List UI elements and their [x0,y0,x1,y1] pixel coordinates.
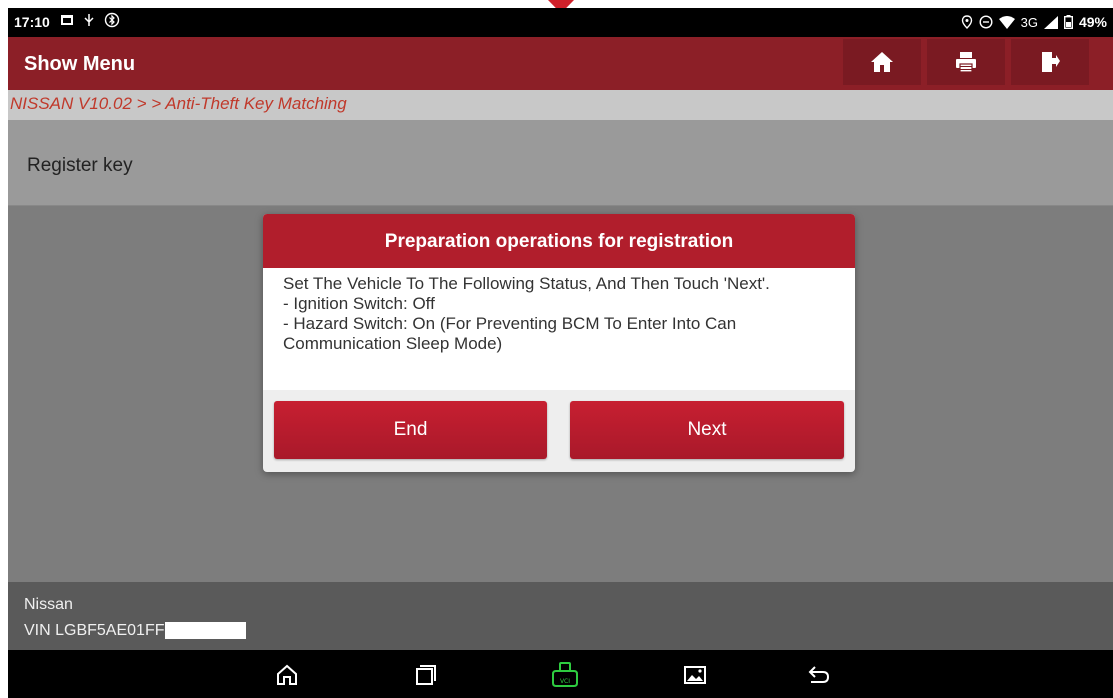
vehicle-make: Nissan [24,596,73,613]
dialog-line: - Ignition Switch: Off [283,294,435,313]
home-outline-icon [277,664,297,685]
nav-vci-button[interactable]: VCI [551,662,579,688]
list-item-register-key[interactable]: Register key [8,120,1113,206]
exit-icon [1042,52,1060,72]
end-button[interactable]: End [274,401,547,459]
nav-home-button[interactable] [273,662,301,688]
status-right: 3G 49% [961,14,1107,30]
status-left-icons [60,12,120,28]
battery-level: 49% [1078,14,1107,30]
registration-prep-dialog: Preparation operations for registration … [263,214,855,472]
app-header: Show Menu [8,37,1113,90]
nav-back-button[interactable] [805,662,833,688]
nav-gallery-button[interactable] [681,662,709,688]
wifi-icon [998,15,1015,29]
home-icon [871,52,893,72]
next-button[interactable]: Next [570,401,844,459]
dialog-line: Set The Vehicle To The Following Status,… [283,274,770,293]
device-screen: 17:10 3G 49% Show Menu NISSAN V10.02 > >… [8,8,1113,698]
page-title: Show Menu [24,53,136,75]
vehicle-info-footer: Nissan VIN LGBF5AE01FF [8,582,1113,650]
recents-icon [416,665,436,685]
dialog-title: Preparation operations for registration [263,214,855,268]
dialog-line: - Hazard Switch: On (For Preventing BCM … [283,314,737,353]
battery-icon [1063,15,1073,29]
printer-icon [956,52,976,73]
svg-text:VCI: VCI [560,678,570,685]
vin-redaction [164,622,246,639]
network-type: 3G [1020,14,1038,30]
dialog-message: Set The Vehicle To The Following Status,… [263,268,855,390]
top-red-mark [548,0,574,8]
location-icon [961,15,972,29]
home-button[interactable] [843,39,921,85]
signal-icon [1043,15,1058,29]
gallery-icon [684,666,706,684]
status-time: 17:10 [14,14,50,30]
vehicle-vin: VIN LGBF5AE01FF [24,622,246,640]
usb-icon [84,14,94,26]
exit-button[interactable] [1011,39,1089,85]
back-icon [808,666,830,683]
bluetooth-icon [104,12,120,28]
do-not-disturb-icon [979,15,993,29]
image-notification-icon [61,15,73,25]
breadcrumb: NISSAN V10.02 > > Anti-Theft Key Matchin… [8,90,1113,120]
list-item-label: Register key [27,155,133,176]
print-button[interactable] [927,39,1005,85]
system-nav-bar: VCI [8,650,1113,698]
status-bar: 17:10 3G 49% [8,8,1113,37]
vci-icon: VCI [552,662,578,687]
nav-recents-button[interactable] [412,662,440,688]
vin-text: VIN LGBF5AE01FF [24,622,165,639]
